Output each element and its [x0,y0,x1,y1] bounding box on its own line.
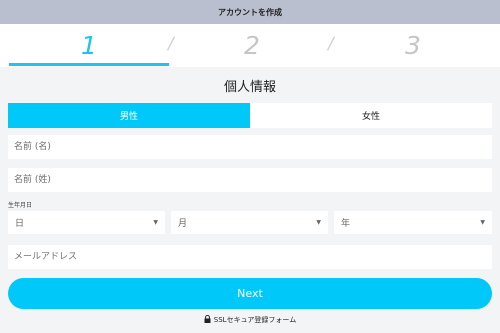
month-select-value: 月 [178,219,188,229]
secure-notice: SSLセキュア登録フォーム [0,313,500,327]
chevron-down-icon: ▼ [480,219,485,226]
year-select-value: 年 [341,219,351,229]
first-name-field[interactable] [8,135,492,159]
gender-option-male[interactable]: 男性 [8,103,250,128]
dob-label: 生年月日 [8,202,33,209]
active-step-underline [9,63,169,66]
gender-toggle: 男性 女性 [8,103,492,128]
step-3: 3 [405,31,421,60]
chevron-down-icon: ▼ [153,219,158,226]
chevron-down-icon: ▼ [316,219,321,226]
day-select[interactable]: 日 ▼ [8,211,165,234]
secure-text: SSLセキュア登録フォーム [213,316,297,324]
step-1: 1 [81,31,97,60]
last-name-field[interactable] [8,168,492,192]
day-select-value: 日 [15,219,25,229]
step-2: 2 [244,31,260,60]
next-button[interactable]: Next [8,278,492,309]
header-bar: アカウントを作成 [0,0,500,24]
month-select[interactable]: 月 ▼ [171,211,328,234]
year-select[interactable]: 年 ▼ [334,211,492,234]
section-title: 個人情報 [223,79,276,95]
lock-icon [204,314,211,325]
gender-option-female[interactable]: 女性 [250,103,492,128]
page-title: アカウントを作成 [218,7,282,17]
email-field[interactable] [8,245,492,269]
